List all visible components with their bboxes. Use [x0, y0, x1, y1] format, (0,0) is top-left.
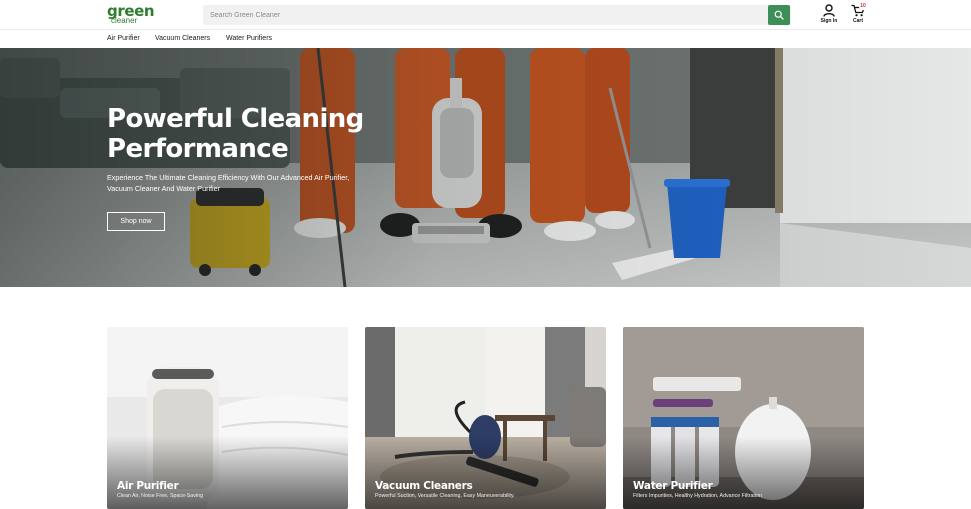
- shop-now-button[interactable]: Shop now: [107, 212, 165, 231]
- sign-in-button[interactable]: Sign In: [816, 4, 842, 27]
- hero-subtitle: Experience The Ultimate Cleaning Efficie…: [107, 173, 350, 193]
- category-nav: Air Purifier Vacuum Cleaners Water Purif…: [0, 30, 971, 48]
- hero-title: Powerful Cleaning Performance: [107, 104, 364, 164]
- card-title: Vacuum Cleaners: [375, 480, 473, 492]
- category-card-water-purifier[interactable]: Water Purifier Filters Impurities, Healt…: [623, 327, 864, 509]
- search-icon: [774, 10, 784, 20]
- card-title: Air Purifier: [117, 480, 179, 492]
- card-title: Water Purifier: [633, 480, 713, 492]
- hero-cleaning-image: [0, 48, 971, 287]
- cart-label: Cart: [852, 18, 863, 24]
- search-bar: [203, 5, 791, 25]
- card-description: Filters Impurities, Healthy Hydration, A…: [633, 493, 762, 499]
- cart-count-badge: 10: [859, 3, 867, 10]
- card-description: Powerful Suction, Versatile Cleaning, Ea…: [375, 493, 515, 499]
- brand-logo[interactable]: green cleaner: [107, 4, 155, 26]
- card-description: Clean Air, Noise Free, Space-Saving: [117, 493, 203, 499]
- nav-item-water-purifiers[interactable]: Water Purifiers: [226, 35, 272, 42]
- user-icon: [823, 4, 835, 17]
- nav-item-air-purifier[interactable]: Air Purifier: [107, 35, 140, 42]
- category-card-air-purifier[interactable]: Air Purifier Clean Air, Noise Free, Spac…: [107, 327, 348, 509]
- search-button[interactable]: [768, 5, 790, 25]
- sign-in-label: Sign In: [820, 18, 838, 24]
- cart-button[interactable]: 10 Cart: [845, 3, 871, 27]
- nav-item-vacuum-cleaners[interactable]: Vacuum Cleaners: [155, 35, 210, 42]
- hero-banner: Powerful Cleaning Performance Experience…: [0, 48, 971, 287]
- site-header: green cleaner Sign In 10 Cart: [0, 0, 971, 30]
- search-input[interactable]: [203, 5, 769, 25]
- category-card-vacuum-cleaners[interactable]: Vacuum Cleaners Powerful Suction, Versat…: [365, 327, 606, 509]
